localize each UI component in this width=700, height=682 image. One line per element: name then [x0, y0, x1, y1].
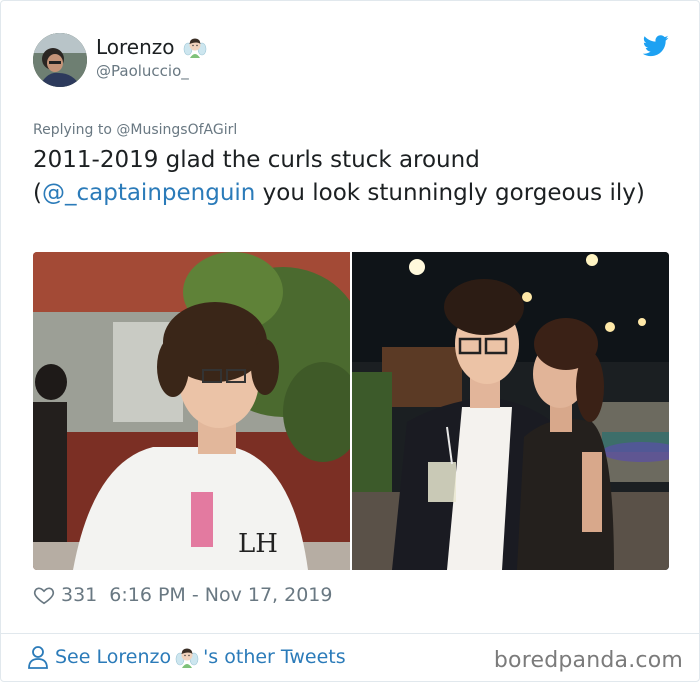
replying-to[interactable]: Replying to @MusingsOfAGirl — [33, 122, 237, 138]
see-other-tweets-suffix: 's other Tweets — [203, 646, 346, 668]
tweet-text-main: 2011-2019 glad the curls stuck around — [33, 147, 480, 173]
tweet-card: Lorenzo @Paoluccio_ Replying to @Musings… — [0, 0, 700, 682]
tweet-text: 2011-2019 glad the curls stuck around (@… — [33, 144, 673, 210]
boredpanda-watermark: boredpanda.com — [493, 648, 683, 673]
photo-2019[interactable] — [352, 252, 669, 570]
divider — [1, 633, 700, 634]
twitter-bird-icon[interactable] — [642, 35, 669, 57]
person-icon — [28, 646, 48, 669]
tweet-timestamp[interactable]: 6:16 PM - Nov 17, 2019 — [109, 584, 332, 606]
heart-icon[interactable] — [33, 584, 55, 606]
tweet-text-continued: you look stunningly gorgeous ily) — [255, 180, 645, 206]
tweet-media[interactable]: LH — [33, 252, 669, 570]
author-handle[interactable]: @Paoluccio_ — [96, 62, 189, 80]
see-other-tweets-link[interactable]: See Lorenzo 's other Tweets — [27, 645, 346, 669]
author-display-name[interactable]: Lorenzo — [96, 35, 207, 59]
photo-2011[interactable]: LH — [33, 252, 350, 570]
see-other-tweets-prefix: See Lorenzo — [55, 646, 172, 668]
like-count: 331 — [61, 584, 98, 606]
svg-text:LH: LH — [238, 529, 278, 559]
fairy-emoji — [175, 645, 199, 669]
mention-link[interactable]: @_captainpenguin — [42, 180, 255, 206]
fairy-emoji — [183, 35, 207, 59]
tweet-text-paren: ( — [33, 180, 42, 206]
avatar[interactable] — [33, 33, 87, 87]
tweet-meta: 331 6:16 PM - Nov 17, 2019 — [33, 583, 333, 607]
